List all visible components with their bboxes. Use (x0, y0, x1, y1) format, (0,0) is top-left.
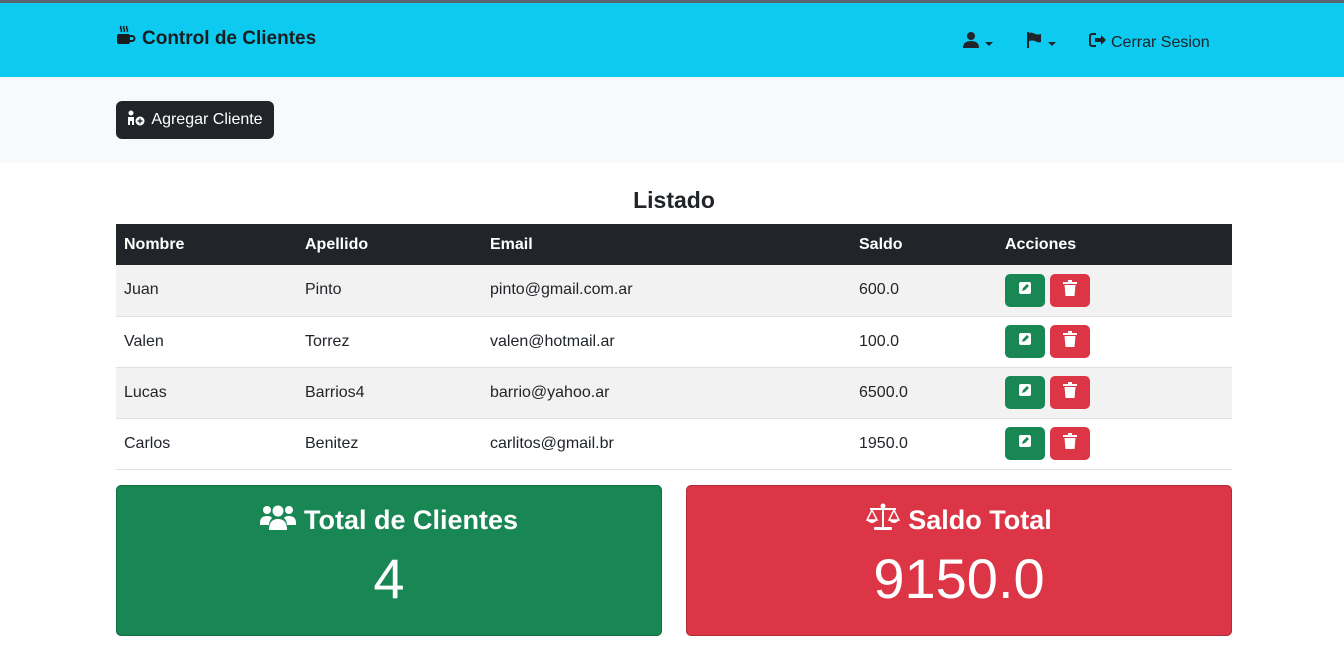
cell-nombre: Lucas (116, 367, 297, 419)
column-header-email: Email (482, 224, 851, 265)
action-bar: Agregar Cliente (0, 77, 1344, 163)
flag-icon (1026, 31, 1042, 54)
total-balance-value: 9150.0 (873, 547, 1045, 610)
user-plus-icon (127, 110, 147, 131)
cell-nombre: Carlos (116, 418, 297, 470)
delete-button[interactable] (1050, 273, 1090, 307)
column-header-saldo: Saldo (851, 224, 997, 265)
edit-button[interactable] (1005, 376, 1045, 409)
trash-icon (1063, 433, 1077, 454)
chevron-down-icon (1048, 41, 1056, 46)
cell-email: barrio@yahoo.ar (482, 367, 851, 419)
column-header-nombre: Nombre (116, 224, 297, 265)
edit-button[interactable] (1005, 427, 1045, 460)
edit-button[interactable] (1005, 273, 1045, 307)
total-clients-heading: Total de Clientes (117, 503, 661, 538)
user-icon (963, 31, 979, 54)
column-header-apellido: Apellido (297, 224, 482, 265)
total-balance-title: Saldo Total (908, 505, 1052, 535)
cell-saldo: 600.0 (851, 265, 997, 317)
table-row: Carlos Benitez carlitos@gmail.br 1950.0 (116, 418, 1232, 470)
total-clients-card: Total de Clientes 4 (116, 485, 662, 636)
brand-title: Control de Clientes (142, 27, 317, 49)
cell-saldo: 100.0 (851, 316, 997, 368)
table-row: Juan Pinto pinto@gmail.com.ar 600.0 (116, 265, 1232, 317)
cell-saldo: 1950.0 (851, 418, 997, 470)
cell-acciones (997, 418, 1232, 470)
trash-icon (1063, 331, 1077, 352)
cell-apellido: Benitez (297, 418, 482, 470)
navbar: Control de Clientes Cerrar Sesion (0, 3, 1344, 77)
list-title: Listado (633, 187, 715, 213)
cell-email: pinto@gmail.com.ar (482, 265, 851, 317)
trash-icon (1063, 279, 1077, 301)
users-icon (259, 503, 296, 538)
mug-hot-icon (116, 25, 136, 52)
edit-button[interactable] (1005, 325, 1045, 358)
total-balance-heading: Saldo Total (687, 503, 1231, 538)
language-dropdown[interactable] (1026, 31, 1056, 54)
cell-email: valen@hotmail.ar (482, 316, 851, 368)
sign-out-icon (1089, 32, 1107, 53)
clients-table: Nombre Apellido Email Saldo Acciones Jua… (116, 224, 1232, 470)
add-client-label: Agregar Cliente (151, 111, 263, 128)
trash-icon (1063, 382, 1077, 403)
edit-icon (1018, 383, 1032, 402)
user-dropdown[interactable] (963, 31, 993, 54)
total-clients-value: 4 (373, 547, 405, 610)
logout-label: Cerrar Sesion (1111, 33, 1210, 51)
total-clients-title: Total de Clientes (303, 505, 519, 535)
delete-button[interactable] (1050, 325, 1090, 358)
cell-nombre: Valen (116, 316, 297, 368)
add-client-button[interactable]: Agregar Cliente (116, 101, 274, 139)
column-header-acciones: Acciones (997, 224, 1232, 265)
delete-button[interactable] (1050, 376, 1090, 409)
cell-acciones (997, 265, 1232, 317)
table-row: Lucas Barrios4 barrio@yahoo.ar 6500.0 (116, 367, 1232, 419)
brand-link[interactable]: Control de Clientes (116, 25, 316, 52)
cell-acciones (997, 316, 1232, 368)
cell-saldo: 6500.0 (851, 367, 997, 419)
chevron-down-icon (985, 41, 993, 46)
cell-acciones (997, 367, 1232, 419)
edit-icon (1018, 332, 1032, 351)
cell-apellido: Barrios4 (297, 367, 482, 419)
balance-scale-icon (866, 503, 901, 538)
logout-link[interactable]: Cerrar Sesion (1089, 32, 1210, 53)
delete-button[interactable] (1050, 427, 1090, 460)
table-header: Nombre Apellido Email Saldo Acciones (116, 224, 1232, 265)
table-row: Valen Torrez valen@hotmail.ar 100.0 (116, 316, 1232, 368)
cell-apellido: Torrez (297, 316, 482, 368)
edit-icon (1018, 281, 1032, 300)
edit-icon (1018, 434, 1032, 453)
cell-nombre: Juan (116, 265, 297, 317)
total-balance-card: Saldo Total 9150.0 (686, 485, 1232, 636)
cell-apellido: Pinto (297, 265, 482, 317)
cell-email: carlitos@gmail.br (482, 418, 851, 470)
